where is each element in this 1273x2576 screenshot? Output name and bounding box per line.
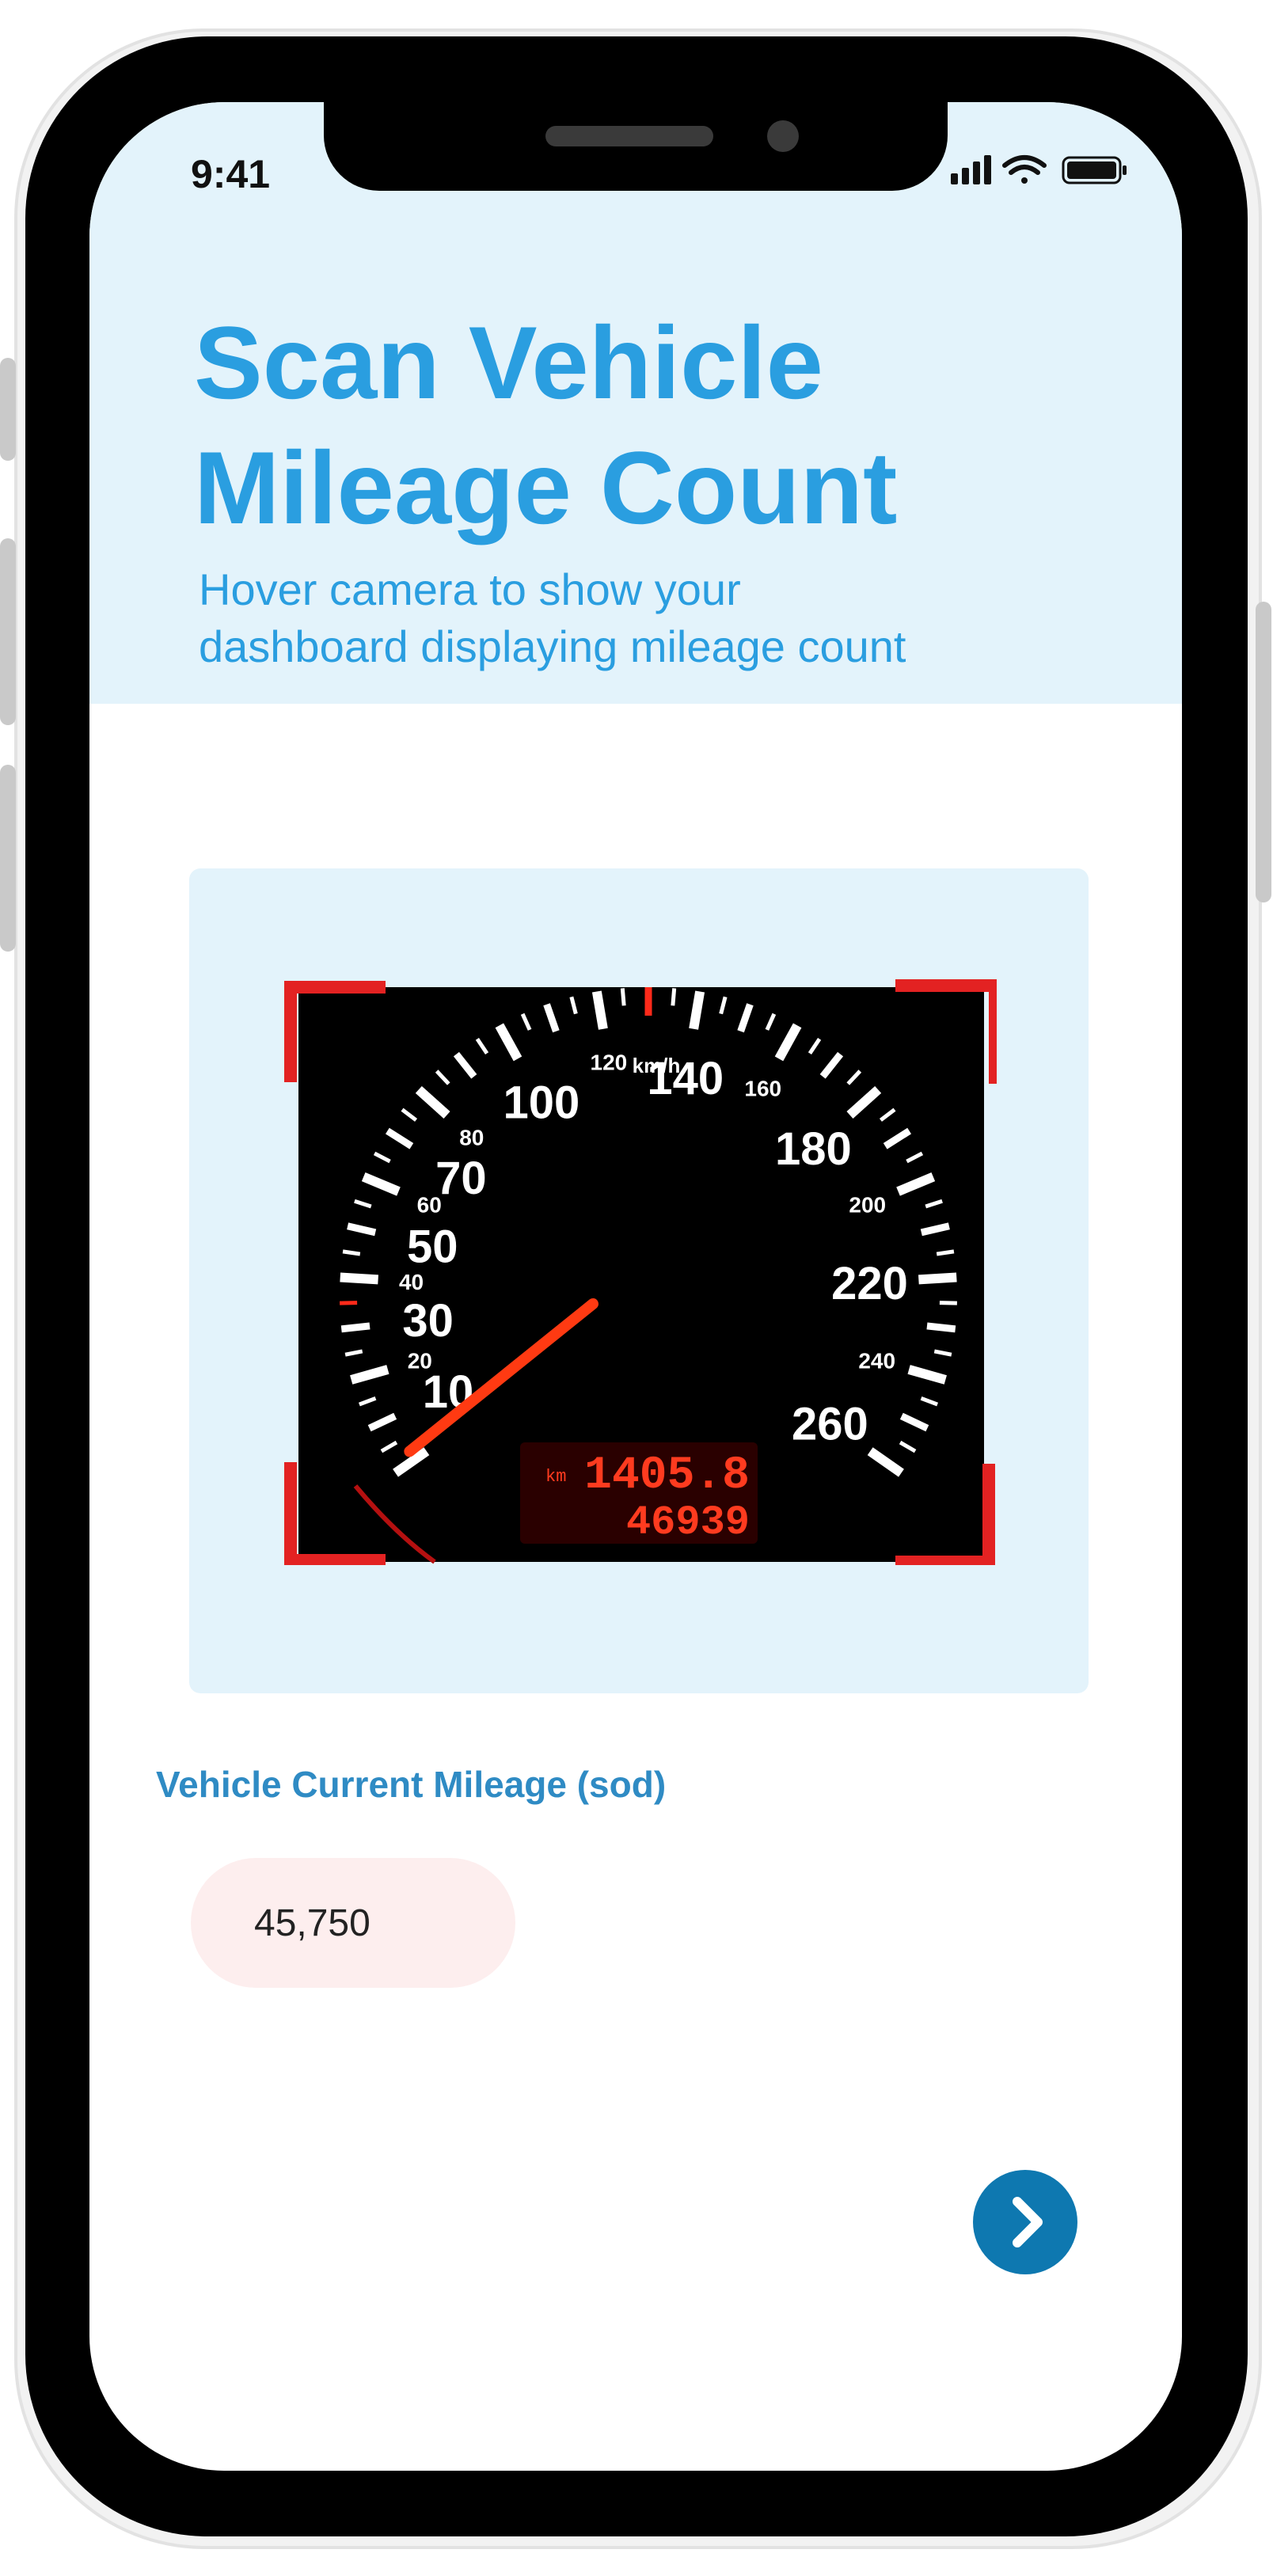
chevron-right-icon: [1013, 2197, 1043, 2247]
gauge-tick-label: 30: [402, 1295, 454, 1347]
app-screen: 9:41 Scan Vehicle Mileage Count Hover ca…: [89, 102, 1182, 2471]
volume-down-button: [0, 765, 16, 952]
gauge-tick-label: 60: [417, 1192, 442, 1217]
next-button[interactable]: [973, 2170, 1077, 2274]
page-title: Scan Vehicle Mileage Count: [194, 305, 898, 545]
speed-unit-label: km/h: [633, 1054, 681, 1077]
gauge-tick-label: 100: [504, 1077, 580, 1129]
gauge-tick: [918, 1272, 957, 1285]
gauge-tick: [689, 990, 705, 1030]
wifi-icon: [1002, 155, 1047, 184]
odometer-total: 46939: [626, 1499, 750, 1546]
status-time: 9:41: [191, 152, 271, 196]
odometer-trip: 1405.8: [584, 1450, 750, 1502]
power-button: [1256, 602, 1271, 902]
battery-icon: [1062, 156, 1127, 184]
mileage-input[interactable]: [191, 1858, 515, 1988]
speaker-grille: [545, 126, 713, 146]
gauge-tick: [936, 1249, 955, 1256]
gauge-tick-label: 240: [858, 1349, 895, 1373]
speedometer-preview: 10305070100 14018022026020406080120160200…: [284, 979, 997, 1565]
page-subtitle: Hover camera to show your dashboard disp…: [199, 564, 906, 671]
gauge-tick: [620, 988, 626, 1006]
gauge-tick-label: 80: [459, 1126, 484, 1150]
mileage-field-label: Vehicle Current Mileage (sod): [156, 1764, 667, 1805]
gauge-tick: [340, 1272, 378, 1285]
gauge-tick-label: 200: [849, 1192, 886, 1217]
gauge-tick-label: 40: [399, 1270, 424, 1294]
status-icons: [944, 151, 1134, 189]
gauge-tick-label: 180: [775, 1123, 852, 1175]
gauge-tick: [340, 1301, 358, 1305]
gauge-tick: [671, 988, 677, 1006]
volume-up-button: [0, 538, 16, 725]
gauge-tick-label: 220: [831, 1258, 908, 1309]
gauge-tick-label: 160: [744, 1076, 781, 1100]
silent-switch: [0, 358, 16, 461]
gauge-tick-label: 260: [792, 1398, 868, 1449]
gauge-tick-label: 70: [435, 1153, 487, 1204]
signal-icon: [951, 155, 991, 184]
gauge-tick: [591, 990, 608, 1030]
camera-scan-panel[interactable]: 10 30 50 70 100 140 180 220 260 20 40 60 80 120 160 200…: [189, 868, 1089, 1693]
odometer-unit: km: [545, 1467, 566, 1487]
front-camera: [767, 120, 799, 152]
gauge-tick: [926, 1322, 956, 1333]
gauge-tick: [939, 1301, 957, 1305]
gauge-tick-label: 120: [591, 1050, 628, 1074]
gauge-tick: [342, 1249, 361, 1256]
gauge-tick: [340, 1322, 370, 1333]
gauge-tick-label: 50: [407, 1222, 458, 1273]
gauge-tick-label: 20: [408, 1349, 432, 1373]
device-notch: [324, 102, 948, 191]
